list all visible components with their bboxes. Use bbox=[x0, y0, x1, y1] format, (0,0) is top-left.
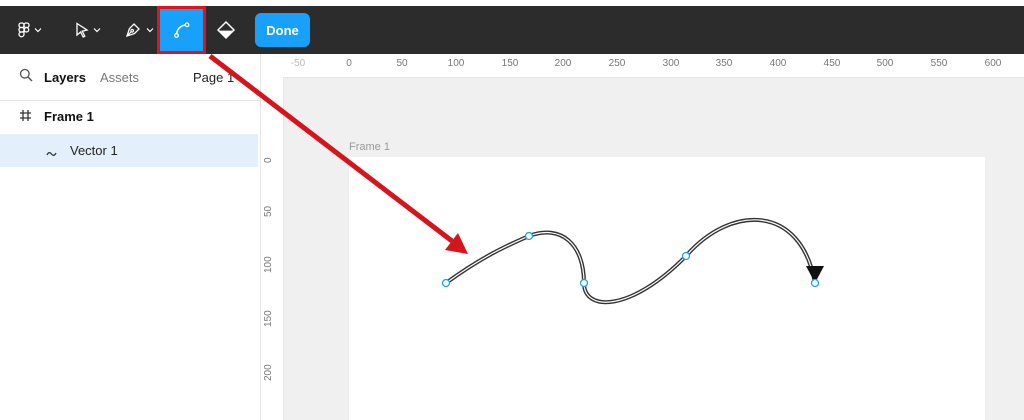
paint-bucket-icon bbox=[216, 20, 236, 40]
bend-vector-icon bbox=[172, 20, 192, 40]
ruler-tick: 50 bbox=[263, 205, 274, 217]
frame-title[interactable]: Frame 1 bbox=[349, 141, 390, 153]
vector-squiggle-icon bbox=[46, 146, 58, 161]
layer-label: Frame 1 bbox=[44, 109, 94, 124]
frame[interactable] bbox=[349, 157, 985, 420]
ruler-tick: 200 bbox=[554, 58, 572, 69]
canvas[interactable]: Frame 1 -50 0 50 100 150 200 250 300 350… bbox=[261, 54, 1024, 420]
paint-bucket-button[interactable] bbox=[210, 6, 242, 54]
frame-hash-icon bbox=[19, 109, 32, 125]
layer-item-frame[interactable]: Frame 1 bbox=[0, 100, 258, 133]
ruler-tick: 150 bbox=[501, 58, 519, 69]
search-icon[interactable] bbox=[19, 68, 33, 87]
ruler-tick: 0 bbox=[263, 157, 274, 163]
pen-tool-icon bbox=[124, 21, 142, 39]
move-arrow-icon bbox=[75, 22, 89, 38]
chevron-down-icon bbox=[34, 27, 42, 33]
ruler-tick: 500 bbox=[876, 58, 894, 69]
ruler-tick: 400 bbox=[769, 58, 787, 69]
ruler-tick: 200 bbox=[263, 364, 274, 381]
ruler-left: 0 50 100 150 200 bbox=[261, 77, 284, 420]
ruler-tick: 100 bbox=[447, 58, 465, 69]
ruler-tick: -50 bbox=[290, 58, 306, 69]
panel-tabs: Layers Assets Page 1 bbox=[0, 54, 260, 101]
layers-panel: Layers Assets Page 1 Frame 1 Vector 1 bbox=[0, 54, 261, 420]
pen-tool-button[interactable] bbox=[120, 6, 158, 54]
done-button[interactable]: Done bbox=[255, 13, 310, 47]
figma-logo-icon bbox=[18, 22, 30, 38]
toolbar: Done bbox=[0, 6, 1024, 54]
move-tool-button[interactable] bbox=[70, 6, 106, 54]
ruler-top: -50 0 50 100 150 200 250 300 350 400 450… bbox=[261, 54, 1024, 78]
ruler-tick: 50 bbox=[396, 58, 408, 69]
ruler-tick: 300 bbox=[662, 58, 680, 69]
chevron-down-icon bbox=[146, 27, 154, 33]
tab-assets[interactable]: Assets bbox=[100, 70, 139, 85]
tab-layers[interactable]: Layers bbox=[44, 70, 86, 85]
ruler-tick: 600 bbox=[984, 58, 1002, 69]
main-menu-button[interactable] bbox=[14, 6, 46, 54]
layer-label: Vector 1 bbox=[70, 143, 118, 158]
ruler-tick: 0 bbox=[346, 58, 352, 69]
ruler-tick: 100 bbox=[263, 256, 274, 273]
chevron-down-icon bbox=[93, 27, 101, 33]
ruler-tick: 250 bbox=[608, 58, 626, 69]
page-selector[interactable]: Page 1 bbox=[193, 70, 234, 85]
ruler-tick: 150 bbox=[263, 310, 274, 327]
ruler-tick: 550 bbox=[930, 58, 948, 69]
ruler-tick: 350 bbox=[715, 58, 733, 69]
layer-item-vector[interactable]: Vector 1 bbox=[0, 134, 258, 167]
ruler-tick: 450 bbox=[823, 58, 841, 69]
bend-tool-button[interactable] bbox=[157, 6, 206, 54]
